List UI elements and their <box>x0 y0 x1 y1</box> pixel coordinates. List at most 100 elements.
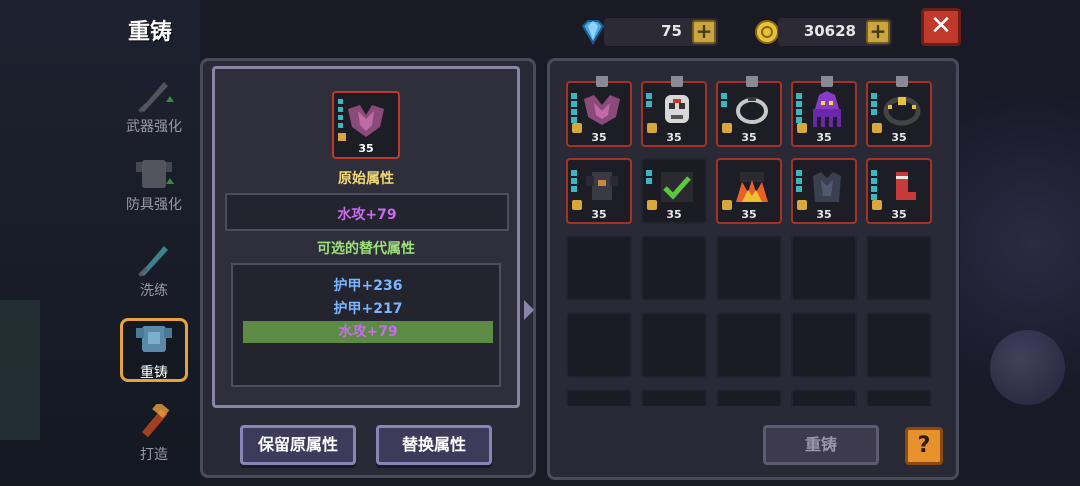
inventory-slot[interactable]: 35 <box>866 76 932 147</box>
inventory-slot[interactable]: 35 <box>791 158 857 224</box>
bat-wing-armor-icon <box>584 95 620 125</box>
joystick-blob[interactable] <box>990 330 1065 405</box>
inventory-slot-empty[interactable] <box>716 235 782 301</box>
inventory-slot-empty[interactable] <box>866 312 932 378</box>
inventory-slot[interactable]: 35 <box>641 76 707 147</box>
page-title: 重铸 <box>128 20 173 45</box>
gem-socket-icon <box>571 170 577 194</box>
gem-socket-icon <box>721 93 727 109</box>
nav-label: 打造 <box>140 447 168 463</box>
add-gems-button[interactable]: + <box>692 20 716 44</box>
nav-item-craft[interactable]: 打造 <box>118 404 190 464</box>
slot-level: 35 <box>666 131 682 144</box>
inventory-slot[interactable]: 35 <box>716 76 782 147</box>
inventory-slot-empty[interactable] <box>791 235 857 301</box>
help-button[interactable]: ? <box>905 427 943 465</box>
inventory-slot-empty[interactable] <box>716 312 782 378</box>
dark-knight-armor-icon <box>586 172 618 200</box>
slot-level: 35 <box>891 208 907 221</box>
gem-socket-icon <box>871 93 877 117</box>
ring-icon <box>736 97 768 124</box>
close-button[interactable]: ✕ <box>921 8 961 46</box>
nav-item-weapon-upgrade[interactable]: 武器强化 <box>118 76 190 136</box>
original-attr-title: 原始属性 <box>338 171 394 187</box>
nav-label: 防具强化 <box>126 197 182 213</box>
pin-icon <box>596 76 608 87</box>
alt-attr-list: 护甲+236 护甲+217 水攻+79 <box>231 263 501 387</box>
selected-item-slot[interactable]: 35 <box>332 91 400 159</box>
gold-counter: 30628 + <box>778 18 892 46</box>
green-check-icon <box>661 172 693 202</box>
purple-octopus-icon <box>813 91 841 127</box>
inventory-slot-empty[interactable] <box>791 389 857 406</box>
slot-level: 35 <box>816 208 832 221</box>
background-tile <box>0 300 40 440</box>
gem-socket-icon <box>571 93 577 125</box>
inventory-slot[interactable]: 35 <box>866 158 932 224</box>
inventory-slot-empty[interactable] <box>641 389 707 406</box>
panel-arrow-icon <box>524 300 534 320</box>
inventory-slot-empty[interactable] <box>866 389 932 406</box>
pin-icon <box>821 76 833 87</box>
nav-label: 重铸 <box>140 365 168 381</box>
nav-item-armor-upgrade[interactable]: 防具强化 <box>118 154 190 214</box>
alt-attr-option[interactable]: 护甲+217 <box>243 298 493 320</box>
pin-icon <box>746 76 758 87</box>
inventory-slot-empty[interactable] <box>866 235 932 301</box>
original-attr-value: 水攻+79 <box>337 207 397 223</box>
fire-cloak-icon <box>736 172 768 202</box>
slot-level: 35 <box>816 131 832 144</box>
gem-socket-icon <box>646 93 652 109</box>
slot-level: 35 <box>591 208 607 221</box>
inventory-slot[interactable]: 35 <box>716 158 782 224</box>
slot-level: 35 <box>891 131 907 144</box>
alt-attr-title: 可选的替代属性 <box>317 241 415 257</box>
slot-level: 35 <box>666 208 682 221</box>
inventory-grid: 35 35 35 35 35 35 35 35 35 35 <box>561 76 947 406</box>
slot-level: 35 <box>741 131 757 144</box>
sword-icon <box>138 82 174 113</box>
pin-icon <box>896 76 908 87</box>
inventory-slot[interactable]: 35 <box>566 76 632 147</box>
skull-mask-icon <box>665 95 689 123</box>
inventory-slot-empty[interactable] <box>791 312 857 378</box>
gem-socket-icon <box>796 170 802 194</box>
inventory-slot-empty[interactable] <box>641 312 707 378</box>
armor-reforge-icon <box>136 326 172 352</box>
nav-label: 洗练 <box>140 283 168 299</box>
inventory-slot[interactable]: 35 <box>791 76 857 147</box>
reforge-button[interactable]: 重铸 <box>763 425 879 465</box>
crystal-sword-icon <box>138 246 168 277</box>
gem-socket-icon <box>796 93 802 125</box>
hammer-icon <box>141 404 170 438</box>
alt-attr-option-selected[interactable]: 水攻+79 <box>243 321 493 343</box>
gem-socket-icon <box>646 170 652 186</box>
background-right <box>960 0 1080 486</box>
gold-amount: 30628 <box>803 22 856 40</box>
nav-item-reforge[interactable]: 重铸 <box>118 318 190 382</box>
gem-amount: 75 <box>661 22 682 40</box>
inventory-slot[interactable]: 35 <box>566 158 632 224</box>
dark-crown-icon <box>883 96 921 126</box>
inventory-slot-empty[interactable] <box>566 389 632 406</box>
slot-level: 35 <box>591 131 607 144</box>
armor-icon <box>136 160 174 188</box>
keep-original-button[interactable]: 保留原属性 <box>240 425 356 465</box>
nav-item-refine[interactable]: 洗练 <box>118 240 190 300</box>
inventory-slot-empty[interactable] <box>566 235 632 301</box>
gem-counter: 75 + <box>604 18 718 46</box>
original-attr-box: 水攻+79 <box>225 193 509 231</box>
slot-level: 35 <box>741 208 757 221</box>
nav-label: 武器强化 <box>126 119 182 135</box>
inventory-slot-empty[interactable] <box>716 389 782 406</box>
inventory-slot[interactable]: 35 <box>641 158 707 224</box>
add-gold-button[interactable]: + <box>866 20 890 44</box>
alt-attr-option[interactable]: 护甲+236 <box>243 275 493 297</box>
inventory-slot-empty[interactable] <box>641 235 707 301</box>
pin-icon <box>671 76 683 87</box>
inventory-slot-empty[interactable] <box>566 312 632 378</box>
item-level: 35 <box>358 142 374 155</box>
shadow-armor-icon <box>813 172 841 202</box>
gem-socket-icon <box>871 170 877 202</box>
replace-attr-button[interactable]: 替换属性 <box>376 425 492 465</box>
